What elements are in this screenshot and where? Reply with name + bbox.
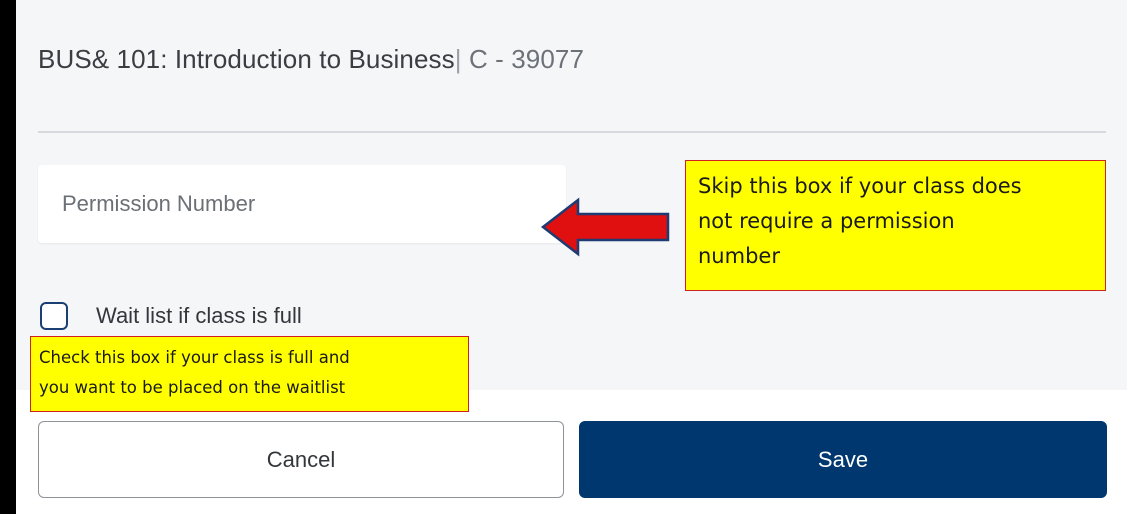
permission-number-callout: Skip this box if your class does not req…	[685, 160, 1106, 291]
course-title-main: BUS& 101: Introduction to Business	[38, 44, 455, 74]
callout-line: Check this box if your class is full and	[39, 348, 350, 367]
callout-line: not require a permission	[698, 209, 955, 233]
callout-line: Skip this box if your class does	[698, 174, 1022, 198]
title-separator: |	[454, 44, 462, 74]
waitlist-callout: Check this box if your class is full and…	[30, 336, 469, 412]
waitlist-label: Wait list if class is full	[96, 303, 302, 328]
course-section: C - 39077	[468, 44, 585, 74]
waitlist-checkbox[interactable]	[40, 302, 68, 330]
save-button[interactable]: Save	[579, 421, 1107, 498]
permission-number-input[interactable]	[38, 165, 566, 243]
divider	[38, 131, 1106, 133]
left-arrow-icon	[540, 197, 670, 257]
callout-line: you want to be placed on the waitlist	[39, 378, 346, 397]
course-title: BUS& 101: Introduction to Business| C - …	[38, 44, 584, 75]
callout-line: number	[698, 244, 780, 268]
waitlist-row: Wait list if class is full	[40, 296, 302, 336]
cancel-button[interactable]: Cancel	[38, 421, 564, 498]
